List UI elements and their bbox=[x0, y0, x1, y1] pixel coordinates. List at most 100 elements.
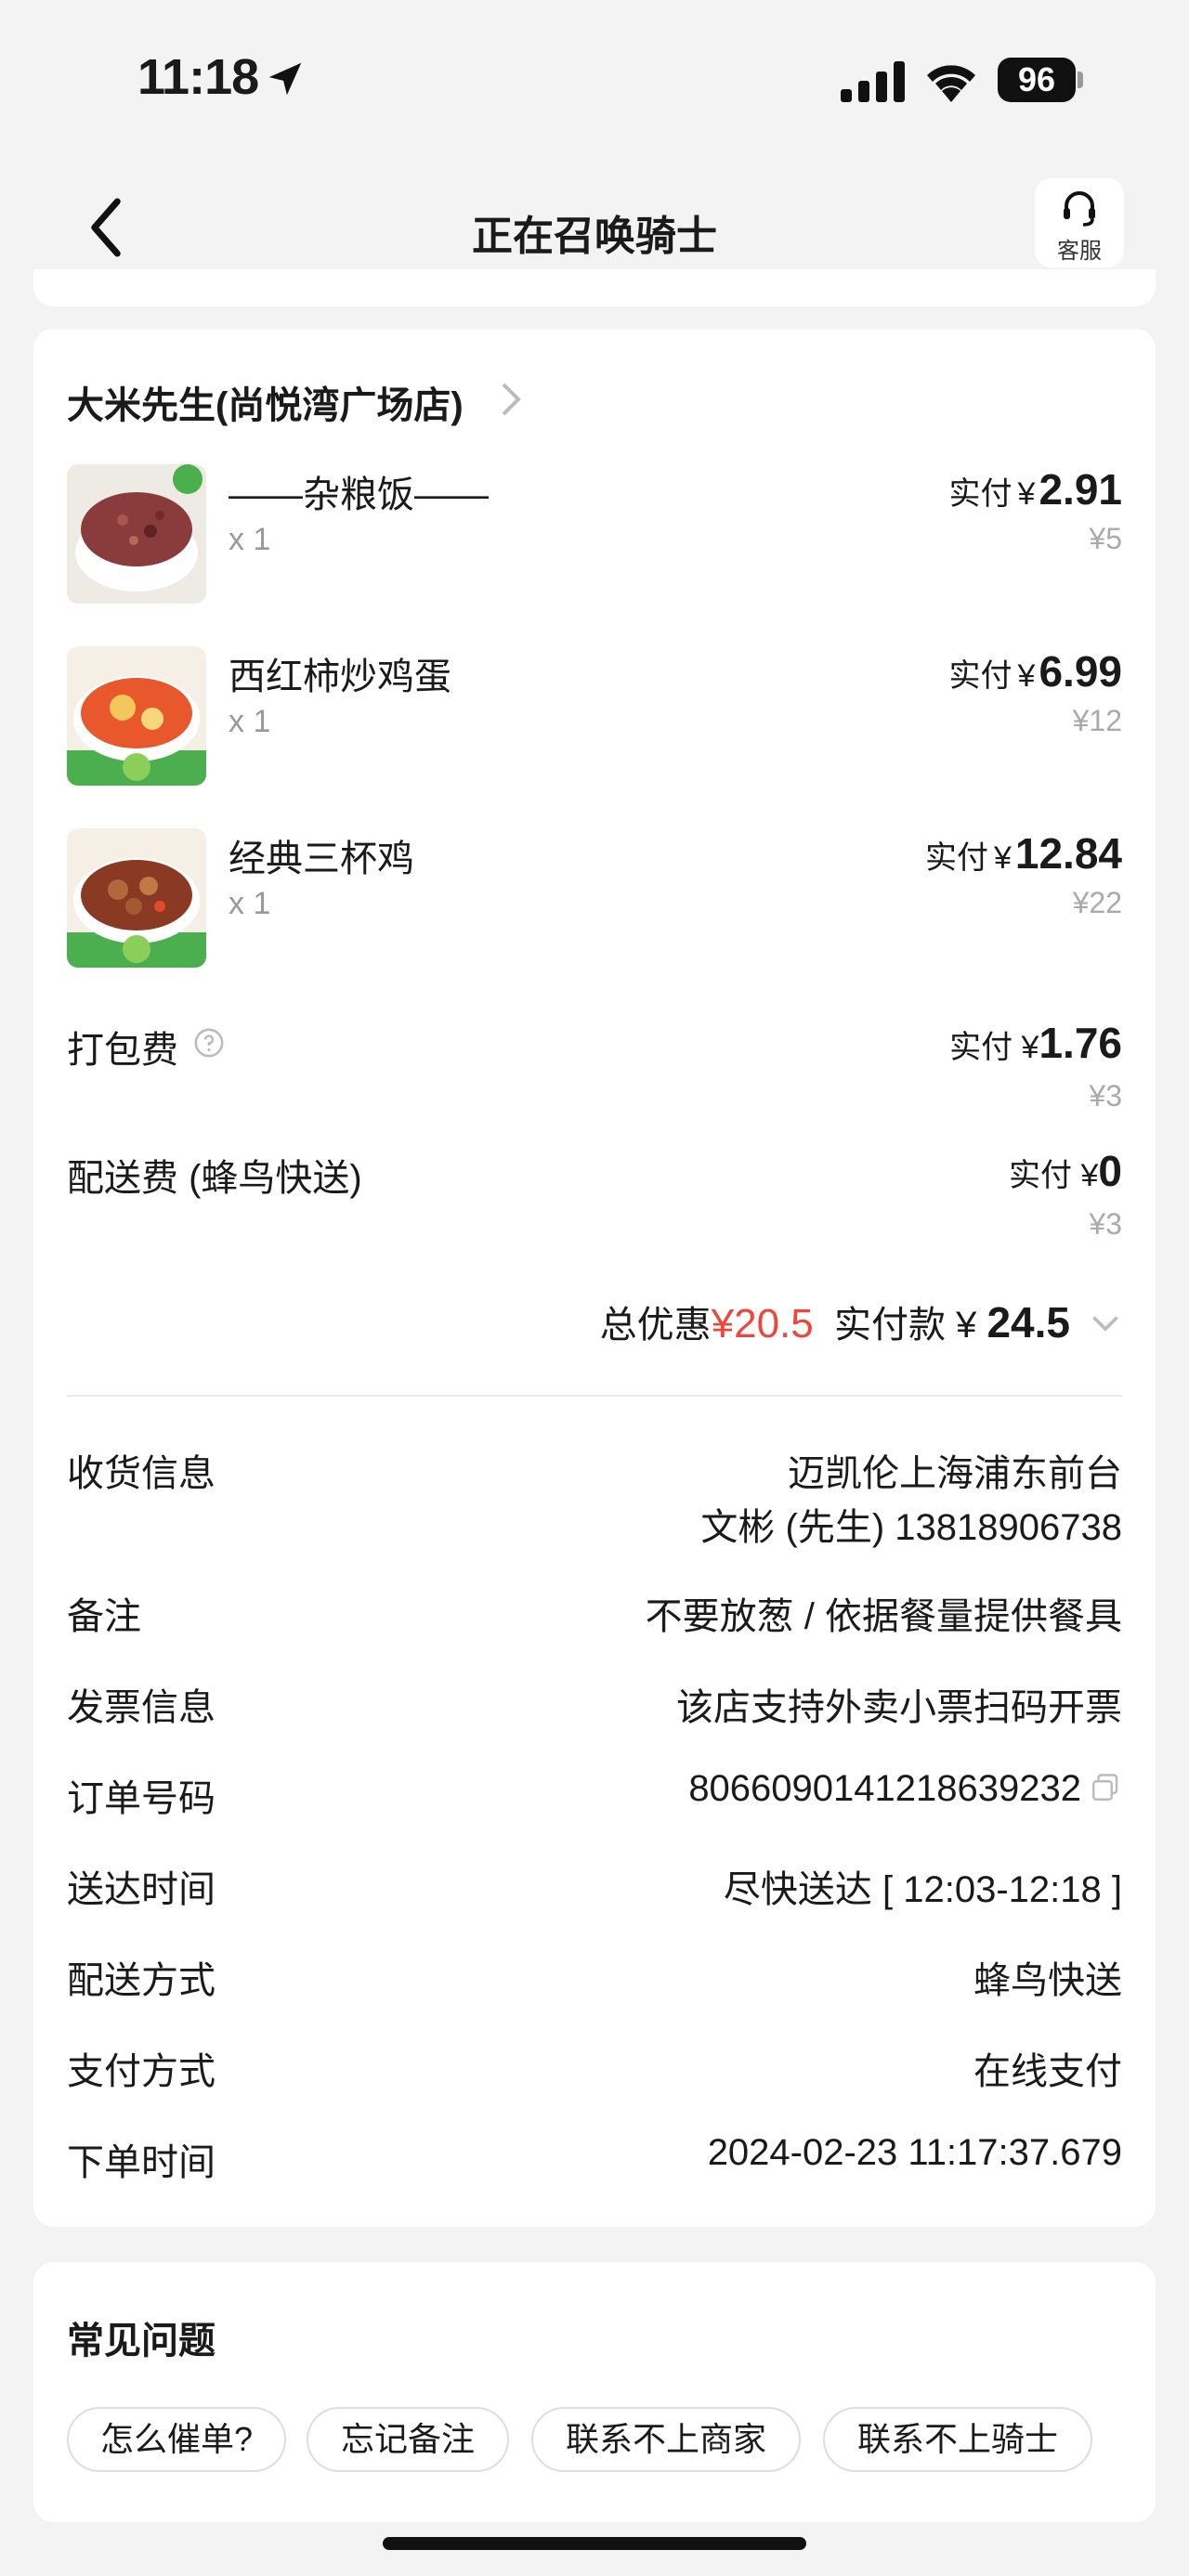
paid-label: 实付 bbox=[948, 658, 1013, 694]
item-paid-price: 实付 ¥2.91 bbox=[949, 464, 1122, 514]
item-name: 经典三杯鸡 bbox=[229, 839, 414, 879]
faq-chip[interactable]: 联系不上骑士 bbox=[823, 2407, 1092, 2472]
currency-symbol: ¥ bbox=[1021, 1030, 1039, 1065]
delivery-fee-row: 配送费 (蜂鸟快送) 实付 ¥0 ¥3 bbox=[67, 1146, 1122, 1250]
info-label: 支付方式 bbox=[67, 2051, 216, 2092]
fee-original-price: ¥3 bbox=[1089, 1079, 1122, 1112]
divider bbox=[67, 1395, 1122, 1397]
info-row-payment: 支付方式 在线支付 bbox=[67, 2041, 1122, 2097]
total-amount: 24.5 bbox=[986, 1298, 1070, 1347]
info-label: 订单号码 bbox=[67, 1778, 216, 1819]
info-row-address: 收货信息 迈凯伦上海浦东前台 文彬 (先生) 13818906738 bbox=[67, 1443, 1122, 1555]
order-detail-card: 大米先生(尚悦湾广场店) ——杂粮饭—— x 1 实付 ¥2.91 ¥5 西红柿… bbox=[33, 329, 1156, 2227]
previous-card-edge bbox=[33, 269, 1156, 306]
address-line-2: 文彬 (先生) 13818906738 bbox=[700, 1507, 1122, 1548]
page-title: 正在召唤骑士 bbox=[472, 214, 717, 259]
order-item: 西红柿炒鸡蛋 x 1 实付 ¥6.99 ¥12 bbox=[67, 646, 1122, 786]
info-label: 备注 bbox=[67, 1596, 141, 1637]
info-label: 发票信息 bbox=[67, 1687, 216, 1728]
price-summary[interactable]: 总优惠¥20.5 实付款 ¥ 24.5 bbox=[600, 1295, 1122, 1350]
wifi-icon bbox=[927, 65, 975, 102]
item-paid-price: 实付 ¥6.99 bbox=[949, 646, 1122, 696]
faq-chip[interactable]: 忘记备注 bbox=[307, 2407, 509, 2472]
info-value: 2024-02-23 11:17:37.679 bbox=[707, 2132, 1122, 2173]
headset-icon bbox=[1064, 191, 1095, 227]
item-original-price: ¥12 bbox=[1072, 704, 1122, 737]
faq-chip[interactable]: 联系不上商家 bbox=[531, 2407, 801, 2472]
info-label: 下单时间 bbox=[67, 2142, 216, 2183]
fee-paid-price: 实付 ¥1.76 bbox=[949, 1018, 1122, 1068]
item-thumbnail bbox=[67, 646, 206, 786]
currency-symbol: ¥ bbox=[993, 840, 1012, 876]
item-name: ——杂粮饭—— bbox=[229, 475, 489, 515]
paid-amount: 1.76 bbox=[1039, 1019, 1122, 1067]
customer-service-button[interactable]: 客服 bbox=[1035, 178, 1124, 267]
paid-label: 实付 bbox=[948, 476, 1013, 512]
fee-paid-price: 实付 ¥0 bbox=[1009, 1146, 1122, 1196]
item-thumbnail bbox=[67, 828, 206, 968]
paid-amount: 2.91 bbox=[1039, 465, 1122, 514]
packaging-fee-row: 打包费 实付 ¥1.76 ¥3 bbox=[67, 1018, 1122, 1122]
paid-amount: 6.99 bbox=[1039, 647, 1122, 696]
status-bar: 11:18 96 bbox=[0, 0, 1189, 158]
order-number-value: 8066090141218639232 bbox=[688, 1768, 1122, 1810]
customer-service-label: 客服 bbox=[1057, 239, 1102, 264]
faq-title: 常见问题 bbox=[67, 2321, 216, 2361]
battery-level: 96 bbox=[998, 58, 1076, 102]
paid-amount: 12.84 bbox=[1014, 829, 1122, 878]
info-row-order-number: 订单号码 8066090141218639232 bbox=[67, 1768, 1122, 1824]
info-value: 不要放葱 / 依据餐量提供餐具 bbox=[645, 1596, 1122, 1637]
currency-symbol: ¥ bbox=[1017, 476, 1036, 512]
store-name-link[interactable]: 大米先生(尚悦湾广场店) bbox=[67, 375, 464, 429]
info-row-note: 备注 不要放葱 / 依据餐量提供餐具 bbox=[67, 1586, 1122, 1642]
battery-icon: 96 bbox=[998, 58, 1083, 102]
battery-tip bbox=[1078, 72, 1083, 88]
item-name: 西红柿炒鸡蛋 bbox=[229, 657, 451, 697]
chevron-right-icon[interactable] bbox=[498, 381, 524, 418]
order-number: 8066090141218639232 bbox=[688, 1768, 1081, 1809]
paid-label: 实付 bbox=[1009, 1158, 1073, 1193]
paid-label: 实付 bbox=[924, 840, 988, 876]
currency-symbol: ¥ bbox=[1080, 1158, 1099, 1193]
item-thumbnail bbox=[67, 464, 206, 604]
faq-card: 常见问题 怎么催单? 忘记备注 联系不上商家 联系不上骑士 bbox=[33, 2262, 1156, 2522]
faq-chip[interactable]: 怎么催单? bbox=[67, 2407, 286, 2472]
order-item: ——杂粮饭—— x 1 实付 ¥2.91 ¥5 bbox=[67, 464, 1122, 604]
fee-label: 打包费 bbox=[67, 1030, 178, 1071]
item-original-price: ¥22 bbox=[1072, 886, 1122, 919]
address-line-1: 迈凯伦上海浦东前台 bbox=[788, 1453, 1122, 1494]
total-label: 实付款 bbox=[833, 1305, 946, 1346]
fee-label: 配送费 (蜂鸟快送) bbox=[67, 1158, 362, 1199]
item-quantity: x 1 bbox=[229, 522, 271, 557]
location-arrow-icon bbox=[268, 62, 302, 96]
info-value: 该店支持外卖小票扫码开票 bbox=[676, 1687, 1122, 1728]
currency-symbol: ¥ bbox=[1017, 658, 1036, 694]
info-label: 送达时间 bbox=[67, 1869, 216, 1910]
discount-amount: ¥20.5 bbox=[711, 1301, 814, 1347]
info-label: 收货信息 bbox=[67, 1453, 216, 1494]
item-quantity: x 1 bbox=[229, 704, 271, 739]
copy-icon[interactable] bbox=[1089, 1771, 1122, 1804]
info-value: 在线支付 bbox=[973, 2051, 1122, 2092]
info-row-delivery-method: 配送方式 蜂鸟快送 bbox=[67, 1950, 1122, 2006]
item-quantity: x 1 bbox=[229, 886, 271, 921]
fee-original-price: ¥3 bbox=[1089, 1207, 1122, 1241]
order-item: 经典三杯鸡 x 1 实付 ¥12.84 ¥22 bbox=[67, 828, 1122, 968]
currency-symbol: ¥ bbox=[956, 1305, 977, 1346]
chevron-down-icon[interactable] bbox=[1089, 1306, 1122, 1339]
question-circle-icon[interactable] bbox=[193, 1027, 225, 1059]
info-row-delivery-time: 送达时间 尽快送达 [ 12:03-12:18 ] bbox=[67, 1859, 1122, 1915]
item-paid-price: 实付 ¥12.84 bbox=[925, 828, 1122, 878]
paid-label: 实付 bbox=[949, 1030, 1013, 1065]
status-time: 11:18 bbox=[137, 49, 259, 105]
info-label: 配送方式 bbox=[67, 1960, 216, 2001]
discount-label: 总优惠 bbox=[599, 1305, 712, 1346]
info-value: 蜂鸟快送 bbox=[973, 1960, 1122, 2001]
info-row-order-time: 下单时间 2024-02-23 11:17:37.679 bbox=[67, 2132, 1122, 2188]
item-original-price: ¥5 bbox=[1089, 522, 1122, 555]
cellular-signal-icon bbox=[841, 61, 905, 102]
info-row-invoice: 发票信息 该店支持外卖小票扫码开票 bbox=[67, 1677, 1122, 1733]
home-indicator[interactable] bbox=[383, 2537, 806, 2550]
info-value: 尽快送达 [ 12:03-12:18 ] bbox=[723, 1869, 1122, 1910]
paid-amount: 0 bbox=[1098, 1147, 1122, 1195]
